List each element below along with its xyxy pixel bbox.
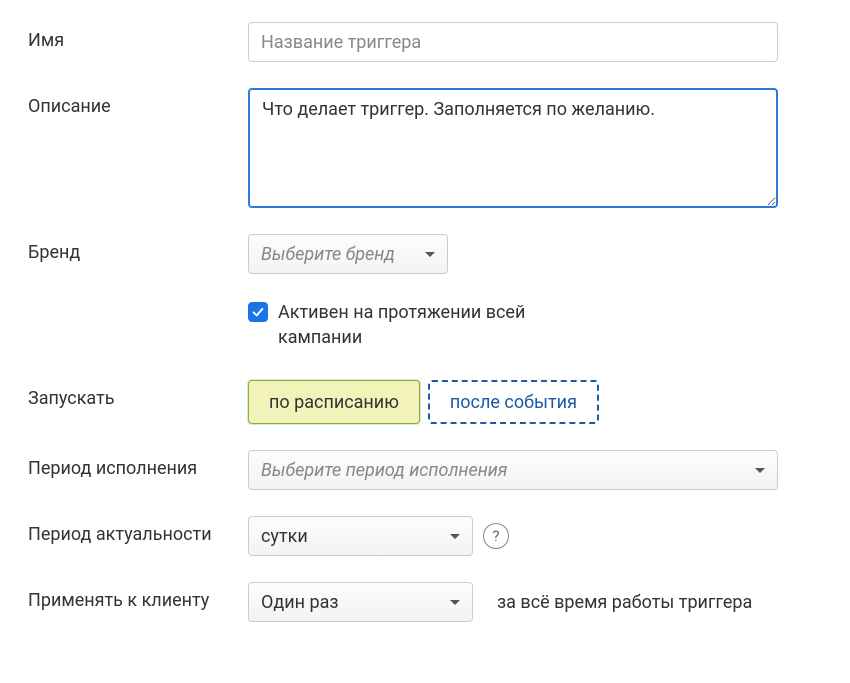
row-validity-period: Период актуальности сутки ? bbox=[28, 516, 822, 556]
row-brand: Бренд Выберите бренд bbox=[28, 234, 822, 274]
chevron-down-icon bbox=[425, 252, 435, 257]
apply-to-client-select[interactable]: Один раз bbox=[248, 582, 473, 622]
active-checkbox[interactable] bbox=[248, 302, 268, 322]
launch-label: Запускать bbox=[28, 380, 248, 409]
chevron-down-icon bbox=[450, 534, 460, 539]
row-name: Имя bbox=[28, 22, 822, 62]
help-icon[interactable]: ? bbox=[483, 523, 509, 549]
validity-period-select[interactable]: сутки bbox=[248, 516, 473, 556]
active-checkbox-label: Активен на протяжении всей кампании bbox=[278, 300, 608, 350]
apply-to-client-select-text: Один раз bbox=[261, 592, 339, 613]
brand-select[interactable]: Выберите бренд bbox=[248, 234, 448, 274]
row-exec-period: Период исполнения Выберите период исполн… bbox=[28, 450, 822, 490]
brand-label: Бренд bbox=[28, 234, 248, 263]
chevron-down-icon bbox=[755, 468, 765, 473]
name-label: Имя bbox=[28, 22, 248, 51]
chevron-down-icon bbox=[450, 600, 460, 605]
launch-after-event-button[interactable]: после события bbox=[428, 380, 599, 424]
row-active: Активен на протяжении всей кампании bbox=[28, 300, 822, 350]
exec-period-select[interactable]: Выберите период исполнения bbox=[248, 450, 778, 490]
trigger-form: Имя Описание Бренд Выберите бренд bbox=[28, 22, 822, 632]
exec-period-label: Период исполнения bbox=[28, 450, 248, 479]
apply-to-client-label: Применять к клиенту bbox=[28, 582, 248, 611]
apply-to-client-note: за всё время работы триггера bbox=[497, 592, 752, 613]
row-apply-to-client: Применять к клиенту Один раз за всё врем… bbox=[28, 582, 822, 622]
launch-by-schedule-button[interactable]: по расписанию bbox=[248, 380, 420, 424]
description-textarea[interactable] bbox=[248, 88, 778, 208]
validity-period-label: Период актуальности bbox=[28, 516, 248, 545]
check-icon bbox=[251, 305, 265, 319]
exec-period-select-text: Выберите период исполнения bbox=[261, 460, 507, 481]
name-input[interactable] bbox=[248, 22, 778, 62]
row-description: Описание bbox=[28, 88, 822, 208]
brand-select-text: Выберите бренд bbox=[261, 244, 395, 265]
launch-toggle-group: по расписанию после события bbox=[248, 380, 599, 424]
validity-period-select-text: сутки bbox=[261, 526, 308, 547]
row-launch: Запускать по расписанию после события bbox=[28, 380, 822, 424]
description-label: Описание bbox=[28, 88, 248, 117]
